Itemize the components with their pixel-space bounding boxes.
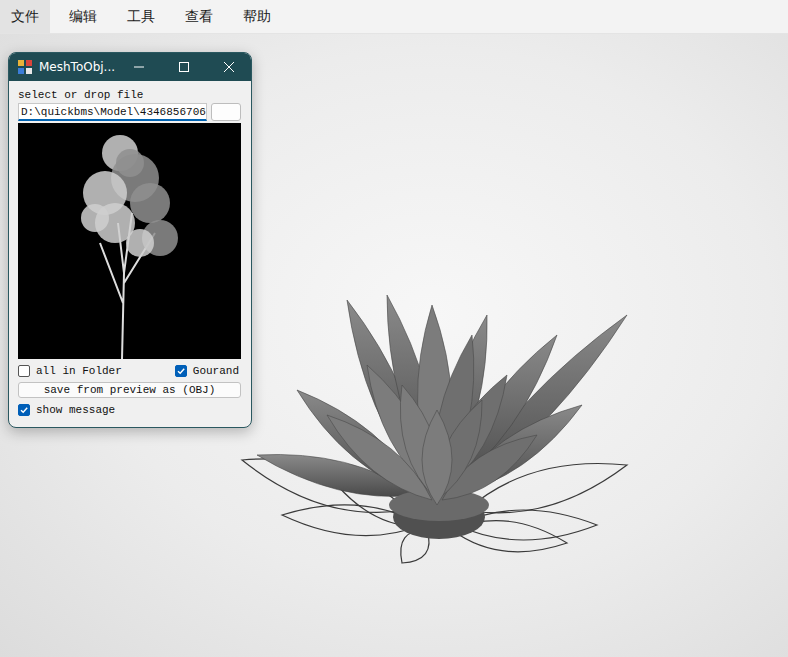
option-checkbox[interactable]: all in Folder xyxy=(18,364,122,378)
checkbox[interactable] xyxy=(18,365,30,377)
maximize-button[interactable] xyxy=(161,53,206,81)
minimize-icon xyxy=(134,62,144,72)
menu-item[interactable]: 编辑 xyxy=(58,0,108,33)
menu-item[interactable]: 帮助 xyxy=(232,0,282,33)
tree-preview-icon xyxy=(60,123,200,359)
file-path-field[interactable]: D:\quickbms\Model\434685670635 xyxy=(18,103,207,121)
menu-item[interactable]: 查看 xyxy=(174,0,224,33)
options-row: all in Folder Gourand xyxy=(18,364,241,378)
show-message-checkbox[interactable]: show message xyxy=(18,403,241,417)
checkbox[interactable] xyxy=(175,365,187,377)
maximize-icon xyxy=(179,62,189,72)
preview-panel[interactable] xyxy=(18,123,241,359)
minimize-button[interactable] xyxy=(116,53,161,81)
menu-bar: 文件编辑工具查看帮助 xyxy=(0,0,788,34)
option-checkbox[interactable]: Gourand xyxy=(175,364,239,378)
window-title: MeshToObj... xyxy=(39,60,116,74)
window-body: select or drop fileD:\quickbms\Model\434… xyxy=(9,81,251,427)
tool-window[interactable]: MeshToObj... select or drop fileD:\quickb… xyxy=(8,52,252,428)
title-bar[interactable]: MeshToObj... xyxy=(9,53,251,81)
menu-item[interactable]: 文件 xyxy=(0,0,50,33)
lotus-model-icon xyxy=(237,295,641,567)
app-window: 文件编辑工具查看帮助 MeshToObj... select or drop fil… xyxy=(0,0,788,657)
check-icon xyxy=(176,366,186,376)
close-button[interactable] xyxy=(206,53,251,81)
checkbox[interactable] xyxy=(18,404,30,416)
app-icon xyxy=(17,59,33,75)
menu-item[interactable]: 工具 xyxy=(116,0,166,33)
save-button[interactable]: save from preview as (OBJ) xyxy=(18,382,241,398)
close-icon xyxy=(224,62,234,72)
file-row: D:\quickbms\Model\434685670635 xyxy=(18,103,241,121)
browse-button[interactable] xyxy=(211,103,241,121)
prompt-label: select or drop file xyxy=(18,89,241,102)
check-icon xyxy=(19,405,29,415)
